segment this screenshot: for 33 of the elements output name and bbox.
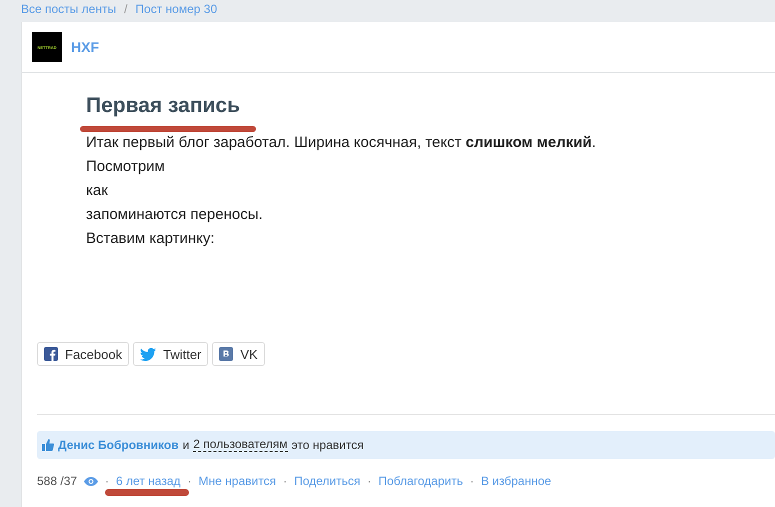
separator-dot: · [470,474,474,488]
post-text: как [86,181,109,201]
breadcrumb-link[interactable]: Все посты ленты [21,2,116,22]
separator-dot: · [188,474,192,488]
post-text: Вставим картинку: [86,229,216,249]
user-link[interactable]: Денис Бобровников [58,438,179,452]
author-name[interactable]: HXF [71,39,99,55]
users-link[interactable]: 2 пользователям [193,438,288,452]
share-button[interactable]: VK [212,342,265,366]
breadcrumb-link[interactable]: Пост номер 30 [135,2,218,22]
breadcrumb-separator: / [124,2,128,18]
post-title: Первая запись [86,94,240,118]
share-button[interactable]: Twitter [133,342,208,366]
separator-dot: · [367,474,372,488]
likes-text: и [182,438,190,452]
vk-icon [219,347,234,361]
bird-icon [140,348,156,360]
separator-dot: · [283,474,288,488]
footer-link[interactable]: Поблагодарить [378,474,463,488]
view-count: 588 /37 [37,474,78,488]
post-text: Итак первый блог заработал. Ширина косячная, текст слишком мелкий. [86,133,597,153]
footer-link[interactable]: Мне нравится [198,474,276,488]
share-button[interactable]: Facebook [37,342,130,366]
facebook-icon [44,347,58,361]
separator-dot: · [105,474,110,488]
footer-link[interactable]: Поделиться [294,474,360,488]
footer-link[interactable]: В избранное [480,474,552,488]
post-text: запоминаются переносы. [86,205,264,225]
eye-icon [84,476,98,486]
likes-text: это нравится [292,438,364,452]
thumbs-up-icon [42,439,54,451]
post-text: Посмотрим [86,157,166,177]
footer-link[interactable]: 6 лет назад [116,474,181,488]
